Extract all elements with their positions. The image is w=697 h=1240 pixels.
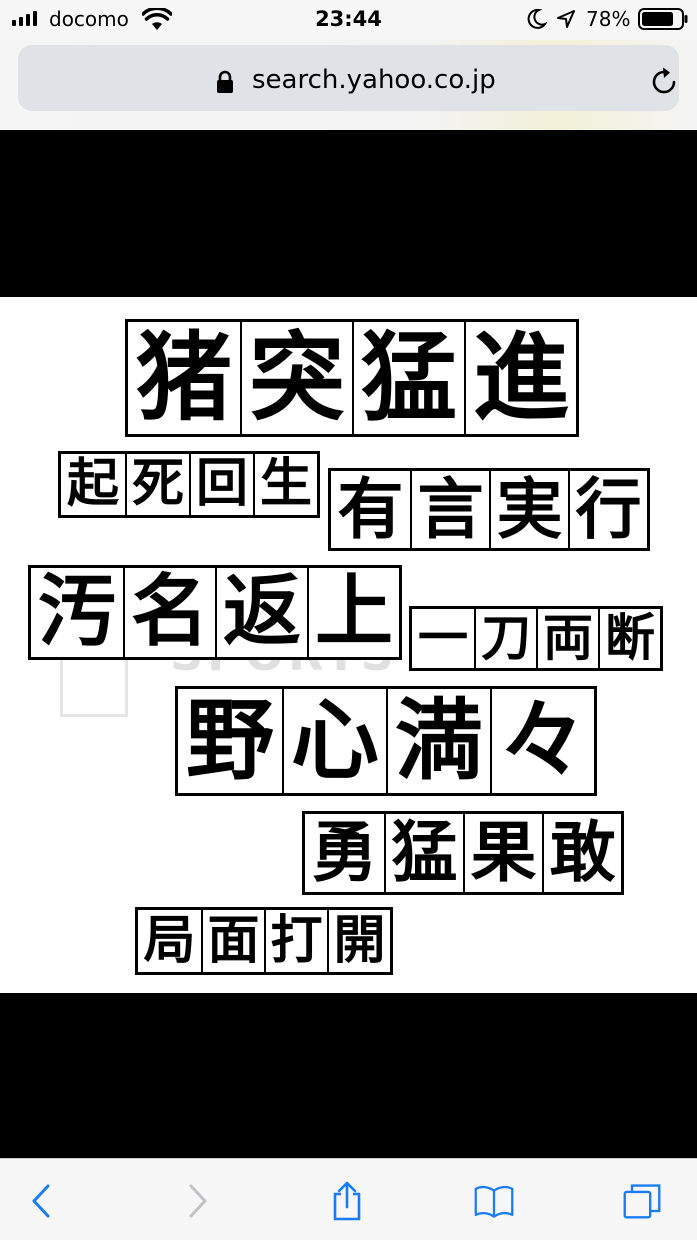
- phrase-char: 刀: [474, 609, 536, 668]
- battery-percent: 78%: [586, 7, 631, 31]
- phrase-char: 両: [536, 609, 598, 668]
- location-arrow-icon: [557, 10, 575, 28]
- phrase-char: 猪: [136, 322, 232, 434]
- phrase-char: 開: [327, 910, 390, 972]
- phrase-char: 起: [66, 454, 119, 514]
- phrase-char: 野: [185, 689, 274, 792]
- phrase-char: 返: [215, 568, 307, 657]
- share-icon[interactable]: [327, 1181, 367, 1221]
- url-text[interactable]: search.yahoo.co.jp: [252, 65, 496, 95]
- phrase-char: 死: [125, 454, 189, 515]
- phrase-char: 有: [337, 471, 404, 548]
- phrase-char: 行: [568, 471, 647, 548]
- phrase-char: 名: [123, 568, 215, 657]
- bookmarks-icon[interactable]: [474, 1181, 514, 1221]
- phrase-char: 実: [489, 471, 568, 548]
- phrase-box: 起死回生: [58, 451, 320, 518]
- phrase-char: 一: [418, 609, 468, 667]
- yojijukugo-image[interactable]: SPORTS TIRE 猪突猛進 起死回生 有言実行 汚名返上 一刀両断 野心満…: [0, 297, 697, 993]
- phrase-char: 進: [464, 322, 576, 434]
- reload-icon[interactable]: [648, 65, 680, 97]
- moon-icon: [527, 8, 547, 29]
- phrase-char: 敢: [542, 814, 621, 892]
- phrase-char: 打: [264, 910, 327, 972]
- phrase-box: 勇猛果敢: [302, 811, 624, 895]
- phrase-char: 生: [253, 454, 317, 515]
- phrase-char: 回: [189, 454, 253, 515]
- phrase-char: 猛: [352, 322, 464, 434]
- letterbox-top: [0, 130, 697, 297]
- phrase-char: 満: [386, 689, 490, 793]
- phrase-box: 局面打開: [135, 907, 393, 975]
- forward-icon[interactable]: [177, 1181, 217, 1221]
- phrase-char: 果: [463, 814, 542, 892]
- address-bar[interactable]: search.yahoo.co.jp: [18, 45, 679, 111]
- phrase-char: 猛: [384, 814, 463, 892]
- phrase-box: 一刀両断: [409, 606, 663, 671]
- battery-icon: [638, 8, 688, 30]
- phrase-char: 心: [282, 689, 386, 793]
- phrase-char: 汚: [37, 567, 116, 657]
- phrase-char: 断: [598, 609, 660, 668]
- phrase-char: 局: [143, 911, 196, 971]
- back-icon[interactable]: [22, 1181, 62, 1221]
- safari-toolbar: [0, 1158, 697, 1240]
- address-bar-area: search.yahoo.co.jp: [0, 40, 697, 130]
- phrase-char: 々: [490, 689, 594, 793]
- phrase-box: 野心満々: [175, 686, 597, 796]
- status-bar: docomo 23:44 78%: [0, 0, 697, 40]
- phrase-char: 勇: [311, 814, 378, 891]
- phrase-char: 突: [240, 322, 352, 434]
- phrase-char: 面: [201, 910, 264, 972]
- letterbox-bottom: [0, 993, 697, 1158]
- phrase-box: 有言実行: [328, 468, 650, 551]
- phrase-char: 言: [410, 471, 489, 548]
- phrase-box: 汚名返上: [28, 565, 402, 660]
- phrase-box: 猪突猛進: [125, 319, 579, 437]
- tabs-icon[interactable]: [622, 1181, 662, 1221]
- lock-icon: [217, 70, 233, 93]
- phrase-char: 上: [307, 568, 399, 657]
